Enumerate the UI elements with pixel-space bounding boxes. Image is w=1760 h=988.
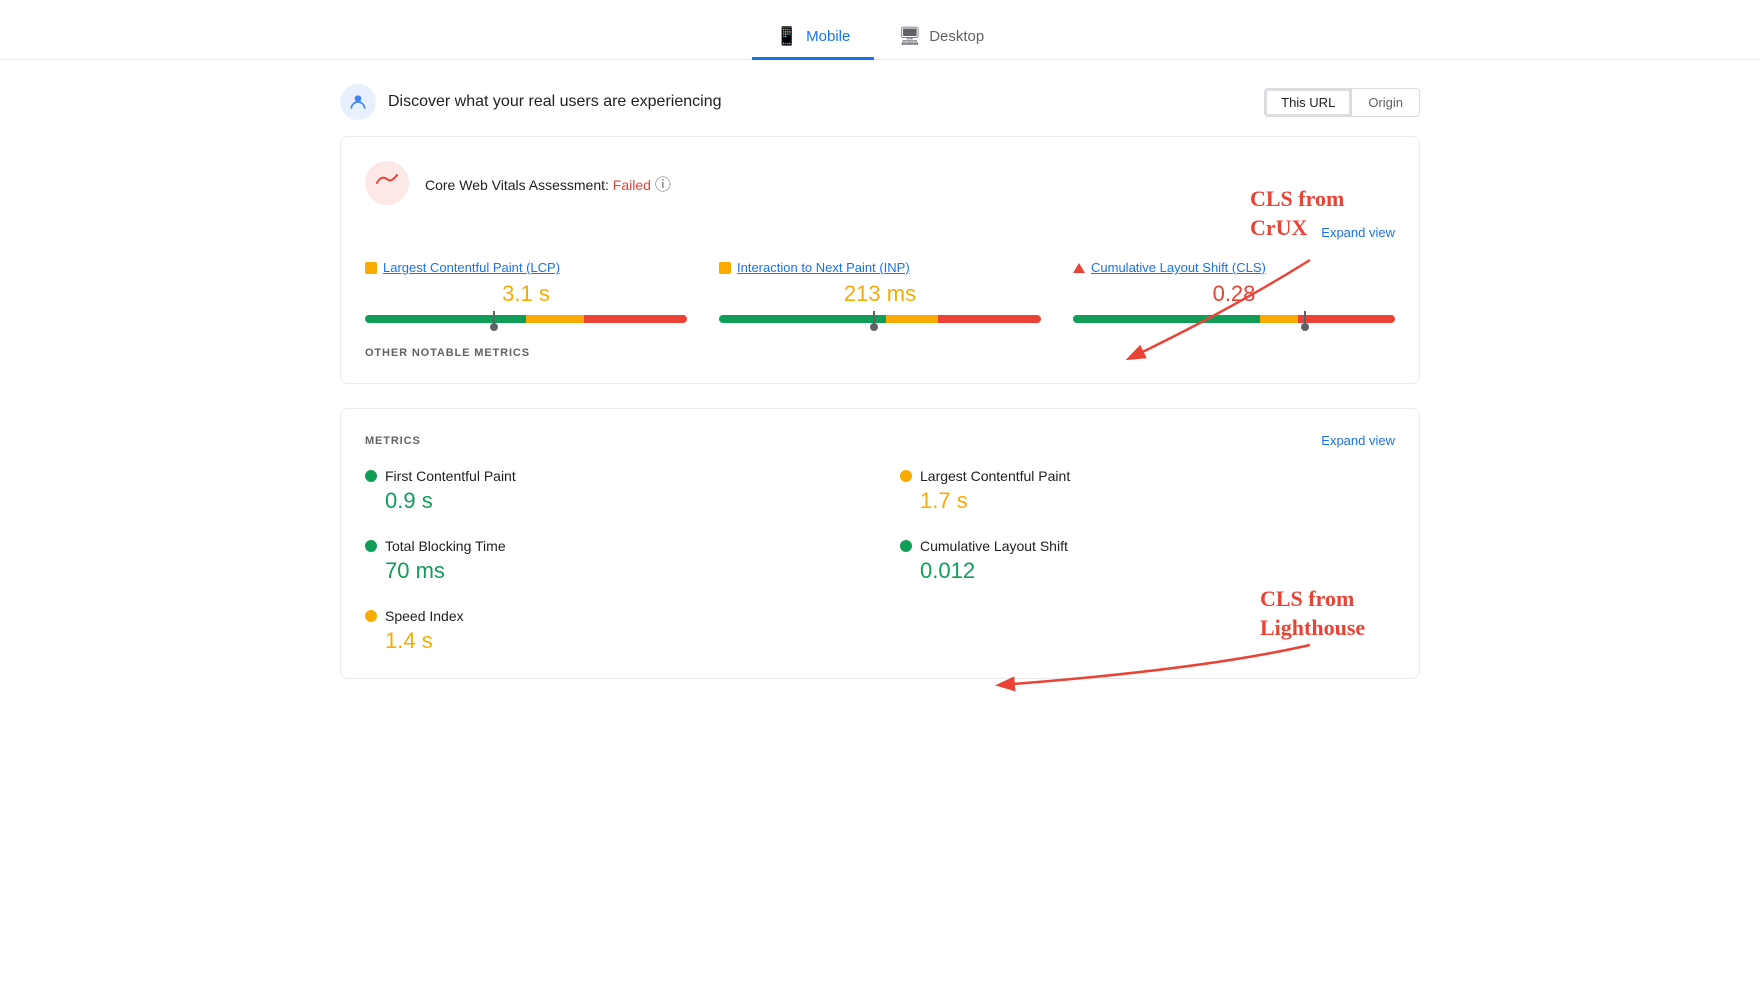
cls-bar-track: [1073, 315, 1395, 323]
cwv-metric-lcp: Largest Contentful Paint (LCP) 3.1 s: [365, 260, 687, 323]
inp-needle: [873, 311, 875, 327]
tbt-header: Total Blocking Time: [365, 538, 860, 554]
tbt-name: Total Blocking Time: [385, 538, 506, 554]
cwv-title-row: Core Web Vitals Assessment: Failed ⓘ: [425, 171, 671, 195]
fcp-header: First Contentful Paint: [365, 468, 860, 484]
fcp-dot: [365, 470, 377, 482]
fcp-name: First Contentful Paint: [385, 468, 516, 484]
inp-bar-track: [719, 315, 1041, 323]
lcp-bar-track: [365, 315, 687, 323]
url-origin-toggle: This URL Origin: [1264, 88, 1420, 117]
cls-value: 0.28: [1073, 281, 1395, 307]
section-title: Discover what your real users are experi…: [388, 93, 721, 111]
lighthouse-card: METRICS Expand view First Contentful Pai…: [340, 408, 1420, 679]
cwv-header: Core Web Vitals Assessment: Failed ⓘ: [365, 161, 1395, 205]
expand-view-link[interactable]: Expand view: [1321, 225, 1395, 240]
inp-label[interactable]: Interaction to Next Paint (INP): [719, 260, 1041, 275]
tab-bar: 📱 Mobile 🖥 Desktop: [0, 0, 1760, 60]
tab-desktop[interactable]: 🖥 Desktop: [874, 16, 1008, 60]
lh-metric-fcp: First Contentful Paint 0.9 s: [365, 468, 860, 514]
section-title-row: Discover what your real users are experi…: [340, 84, 721, 120]
metrics-section-label: METRICS: [365, 435, 421, 447]
bar-orange: [526, 315, 584, 323]
cwv-metric-cls: Cumulative Layout Shift (CLS) 0.28: [1073, 260, 1395, 323]
cwv-status: Failed: [613, 177, 651, 193]
lh-metric-tbt: Total Blocking Time 70 ms: [365, 538, 860, 584]
inp-bar-container: [719, 315, 1041, 323]
si-name: Speed Index: [385, 608, 464, 624]
this-url-button[interactable]: This URL: [1265, 89, 1352, 116]
cls2-header: Cumulative Layout Shift: [900, 538, 1395, 554]
lcp-icon: [365, 262, 377, 274]
cls-icon: [1073, 263, 1085, 273]
lcp-needle: [493, 311, 495, 327]
bar-red: [938, 315, 1041, 323]
bar-orange: [1260, 315, 1299, 323]
expand-row: Expand view: [365, 225, 1395, 240]
tbt-dot: [365, 540, 377, 552]
lcp2-name: Largest Contentful Paint: [920, 468, 1070, 484]
lcp-label[interactable]: Largest Contentful Paint (LCP): [365, 260, 687, 275]
cls-bar-container: [1073, 315, 1395, 323]
lighthouse-card-header: METRICS Expand view: [365, 433, 1395, 448]
cwv-metric-inp: Interaction to Next Paint (INP) 213 ms: [719, 260, 1041, 323]
help-icon[interactable]: ⓘ: [655, 177, 671, 194]
cwv-metrics-grid: Largest Contentful Paint (LCP) 3.1 s Int…: [365, 260, 1395, 323]
bar-green: [719, 315, 886, 323]
mobile-icon: 📱: [776, 26, 798, 47]
cwv-card: Core Web Vitals Assessment: Failed ⓘ Exp…: [340, 136, 1420, 384]
cls2-value: 0.012: [900, 558, 1395, 584]
desktop-icon: 🖥: [898, 26, 921, 47]
bar-red: [1298, 315, 1395, 323]
lighthouse-expand-link[interactable]: Expand view: [1321, 433, 1395, 448]
main-content: Discover what your real users are experi…: [300, 84, 1460, 679]
tab-desktop-label: Desktop: [929, 28, 984, 45]
bar-green: [1073, 315, 1260, 323]
lcp2-value: 1.7 s: [900, 488, 1395, 514]
lcp-bar-container: [365, 315, 687, 323]
inp-icon: [719, 262, 731, 274]
origin-button[interactable]: Origin: [1352, 89, 1419, 116]
cwv-icon: [365, 161, 409, 205]
si-value: 1.4 s: [365, 628, 860, 654]
lcp2-header: Largest Contentful Paint: [900, 468, 1395, 484]
tab-mobile-label: Mobile: [806, 28, 850, 45]
cls2-name: Cumulative Layout Shift: [920, 538, 1068, 554]
cls2-dot: [900, 540, 912, 552]
other-metrics-label: OTHER NOTABLE METRICS: [365, 347, 1395, 359]
fcp-value: 0.9 s: [365, 488, 860, 514]
lcp2-dot: [900, 470, 912, 482]
lh-metric-si: Speed Index 1.4 s: [365, 608, 860, 654]
bar-green: [365, 315, 526, 323]
si-dot: [365, 610, 377, 622]
inp-value: 213 ms: [719, 281, 1041, 307]
tab-mobile[interactable]: 📱 Mobile: [752, 16, 875, 60]
lh-metrics-grid: First Contentful Paint 0.9 s Largest Con…: [365, 468, 1395, 654]
bar-red: [584, 315, 687, 323]
crux-icon: [340, 84, 376, 120]
cls-label[interactable]: Cumulative Layout Shift (CLS): [1073, 260, 1395, 275]
lh-metric-lcp2: Largest Contentful Paint 1.7 s: [900, 468, 1395, 514]
cwv-title-prefix: Core Web Vitals Assessment:: [425, 177, 613, 193]
bar-orange: [886, 315, 938, 323]
cls-needle: [1304, 311, 1306, 327]
lcp-value: 3.1 s: [365, 281, 687, 307]
si-header: Speed Index: [365, 608, 860, 624]
tbt-value: 70 ms: [365, 558, 860, 584]
section-header: Discover what your real users are experi…: [340, 84, 1420, 120]
lh-metric-cls2: Cumulative Layout Shift 0.012: [900, 538, 1395, 584]
